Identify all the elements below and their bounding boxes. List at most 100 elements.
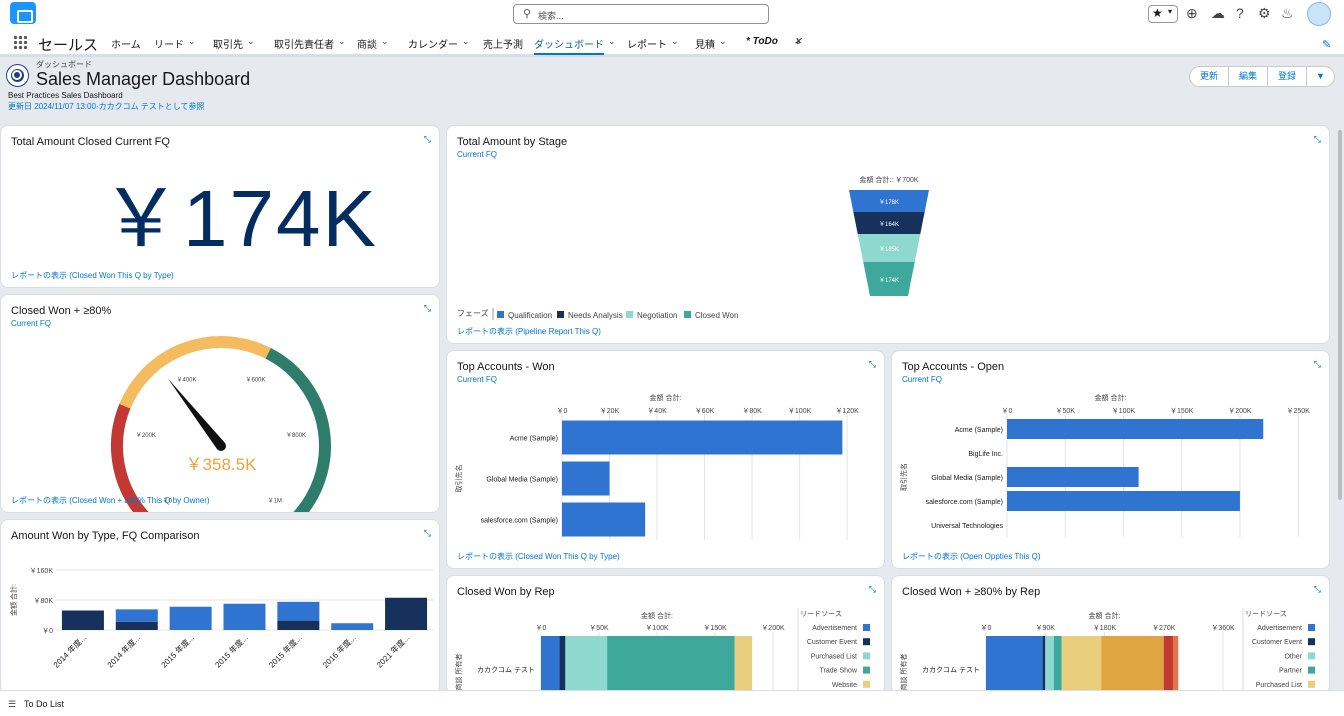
legend-title: フェーズ — [457, 308, 489, 318]
y-tick-label: Global Media (Sample) — [486, 477, 558, 484]
chevron-down-icon[interactable]: ⌄ — [719, 36, 727, 47]
page-scrollbar[interactable] — [1338, 130, 1342, 500]
y-tick-label: ￥80K — [34, 597, 54, 605]
legend-label: Website — [832, 682, 857, 689]
tab-2[interactable]: 取引先 ⌄ — [213, 36, 255, 55]
card-amount-won-type: Amount Won by Type, FQ Comparison ⤡ ￥0 ￥8… — [0, 519, 440, 694]
legend-label: Advertisement — [1257, 625, 1302, 632]
chevron-down-icon[interactable]: ⌄ — [247, 36, 255, 47]
tab-5[interactable]: カレンダー ⌄ — [408, 36, 470, 55]
view-report-link[interactable]: レポートの表示 (Closed Won This Q by Type) — [11, 270, 174, 281]
bar-segment — [223, 603, 266, 630]
tab-label: レポート — [627, 40, 667, 51]
card-title: Total Amount Closed Current FQ — [11, 136, 170, 148]
legend-swatch — [863, 652, 870, 660]
salesforce-app-logo[interactable] — [10, 2, 36, 24]
app-launcher-icon[interactable] — [13, 35, 27, 49]
chevron-down-icon[interactable]: ⌄ — [188, 36, 196, 47]
y-axis-label: 取引先名 — [454, 465, 463, 493]
x-tick-label: ￥150K — [1170, 407, 1194, 415]
expand-icon[interactable]: ⤡ — [424, 134, 431, 145]
chevron-down-icon[interactable]: ⌄ — [671, 36, 679, 47]
x-tick-label: ￥50K — [1056, 407, 1076, 415]
legend-swatch — [684, 311, 691, 318]
bar-segment — [277, 620, 320, 630]
tab-6[interactable]: 売上予測 — [483, 36, 523, 55]
y-tick-label: salesforce.com (Sample) — [926, 499, 1003, 506]
close-tab-icon[interactable]: ✕ — [794, 36, 802, 47]
legend-label: Trade Show — [820, 668, 858, 675]
chevron-down-icon[interactable]: ⌄ — [462, 36, 470, 47]
legend-swatch — [1308, 666, 1315, 674]
tab-0[interactable]: ホーム — [111, 36, 141, 55]
bar-segment — [1101, 636, 1164, 693]
edit-nav-pencil-icon[interactable]: ✎ — [1322, 38, 1331, 51]
stage-funnel-chart: 金額 合計:: ￥700K￥178K￥164K￥185K￥174Kフェーズ Qua… — [457, 175, 929, 320]
gauge-chart: ￥0￥200K￥400K ￥600K￥800K￥1M￥358.5K — [111, 336, 331, 512]
bar — [1007, 419, 1264, 439]
x-tick-label: ￥270K — [1152, 624, 1176, 632]
add-icon[interactable]: ⊕ — [1186, 5, 1198, 22]
global-search-input[interactable]: ⚲ 検索... — [513, 4, 769, 24]
y-axis-label: 商談 所有者 — [454, 654, 463, 691]
tab-8[interactable]: レポート ⌄ — [627, 36, 679, 55]
bar-segment — [559, 636, 566, 693]
gauge-needle-hub — [216, 441, 226, 451]
search-icon: ⚲ — [523, 8, 532, 20]
notifications-bell-icon[interactable]: ♨ — [1281, 5, 1294, 22]
x-tick-label: 2016 年度... — [320, 632, 357, 669]
more-actions-chevron-icon[interactable]: ▼ — [1307, 67, 1334, 86]
star-icon: ★ — [1152, 6, 1163, 20]
favorites-button[interactable]: ★ ▾ — [1148, 5, 1178, 23]
trailhead-icon[interactable]: ☁ — [1211, 5, 1225, 22]
refresh-button[interactable]: 更新 — [1190, 67, 1230, 86]
tab-3[interactable]: 取引先責任者 ⌄ — [274, 36, 346, 55]
x-tick-label: ￥360K — [1211, 624, 1235, 632]
chevron-down-icon[interactable]: ⌄ — [338, 36, 346, 47]
gauge-tick-label: ￥800K — [286, 432, 306, 439]
todo-list-button[interactable]: To Do List — [24, 699, 64, 709]
setup-gear-icon[interactable]: ⚙ — [1258, 5, 1271, 22]
x-tick-label: 2015 年度... — [213, 632, 250, 669]
bar-segment — [277, 601, 320, 621]
chevron-down-icon[interactable]: ⌄ — [381, 36, 389, 47]
bar-segment — [115, 609, 158, 622]
x-tick-label: ￥100K — [788, 407, 812, 415]
tab-label: カレンダー — [408, 40, 458, 51]
tab-4[interactable]: 商談 ⌄ — [357, 36, 389, 55]
tab-9[interactable]: 見積 ⌄ — [695, 36, 727, 55]
x-tick-label: ￥0 — [981, 624, 992, 632]
y-axis-label: 金額 合計: — [9, 584, 18, 616]
gauge-tick-label: ￥400K — [176, 376, 196, 383]
view-report-link[interactable]: レポートの表示 (Pipeline Report This Q) — [457, 326, 601, 337]
bar-segment — [607, 636, 735, 693]
gauge-band-1 — [119, 336, 271, 409]
view-report-link[interactable]: レポートの表示 (Open Oppties This Q) — [902, 551, 1041, 562]
tab-label: ダッシュボード — [534, 40, 604, 51]
top-won-chart: 金額 合計: ￥0 ￥20K ￥40K ￥60K ￥80K ￥100K ￥120K 取引先名 Ac… — [454, 393, 859, 540]
search-placeholder: 検索... — [538, 11, 564, 21]
todo-list-icon[interactable]: ☰ — [8, 699, 16, 710]
chevron-down-icon[interactable]: ⌄ — [608, 36, 616, 47]
tab-7[interactable]: ダッシュボード ⌄ — [534, 36, 616, 55]
tab-label: * ToDo — [746, 36, 778, 47]
card-top-accounts-won: Top Accounts - Won Current FQ ⤡ 金額 合計: ￥0… — [446, 350, 885, 569]
bar-segment — [115, 621, 158, 630]
bar-segment — [61, 610, 104, 630]
bar-segment — [169, 606, 212, 630]
tab-10[interactable]: * ToDo ⌄ ✕ — [746, 36, 802, 55]
x-tick-label: ￥50K — [589, 624, 609, 632]
subscribe-button[interactable]: 登録 — [1268, 67, 1308, 86]
y-tick-label: ￥160K — [30, 567, 54, 575]
y-tick-label: カカクコム テスト — [477, 666, 535, 674]
x-tick-label: ￥200K — [1228, 407, 1252, 415]
legend-swatch — [1308, 652, 1315, 660]
tab-1[interactable]: リード ⌄ — [154, 36, 196, 55]
view-report-link[interactable]: レポートの表示 (Closed Won This Q by Type) — [457, 551, 620, 562]
view-report-link[interactable]: レポートの表示 (Closed Won + ≥80% This Q by Own… — [11, 495, 210, 506]
legend-label: Qualification — [508, 311, 552, 320]
card-top-accounts-open: Top Accounts - Open Current FQ ⤡ 金額 合計: ￥… — [891, 350, 1330, 569]
help-icon[interactable]: ? — [1236, 5, 1244, 21]
edit-button[interactable]: 編集 — [1229, 67, 1269, 86]
user-avatar[interactable] — [1307, 2, 1331, 26]
